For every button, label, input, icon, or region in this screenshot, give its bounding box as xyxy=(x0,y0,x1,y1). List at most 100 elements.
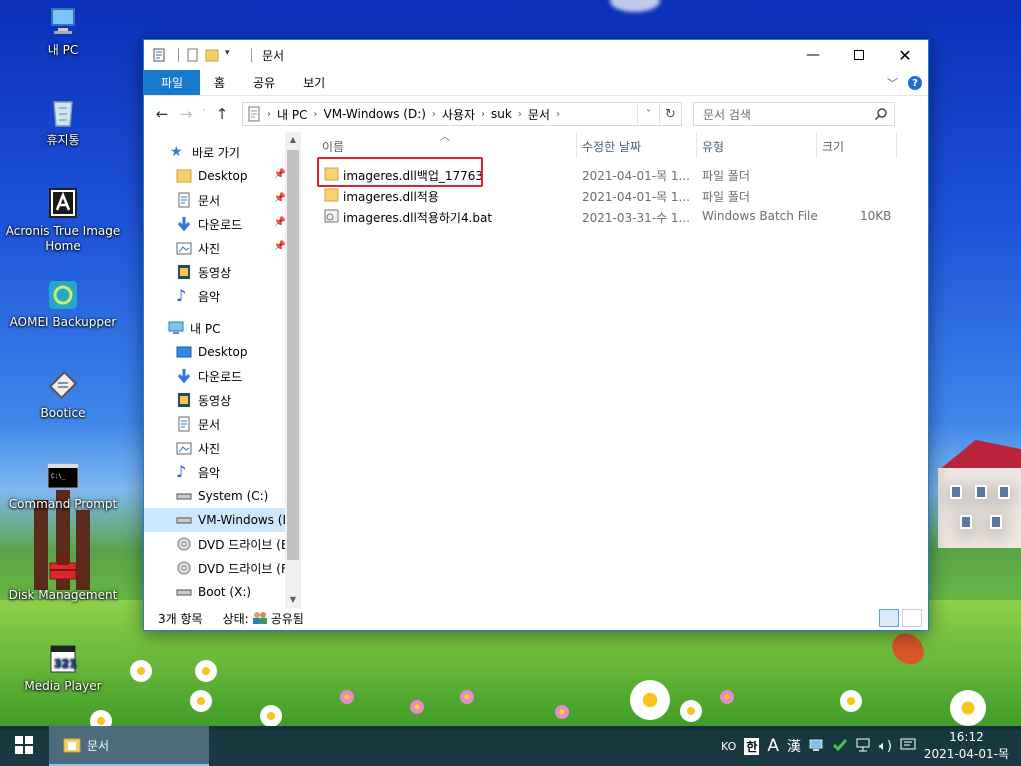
nav-quick-music[interactable]: ♪ 음악 xyxy=(144,284,300,308)
scroll-up-arrow-icon[interactable]: ▲ xyxy=(285,132,301,148)
customize-quick-access-icon[interactable]: ▾ xyxy=(225,48,239,62)
action-center-icon[interactable] xyxy=(900,738,916,755)
security-check-icon[interactable] xyxy=(832,738,848,755)
nav-dvd-e[interactable]: DVD 드라이브 (E:) xyxy=(144,532,300,556)
explorer-window[interactable]: ▾ 문서 — ✕ 파일 홈 공유 보기 ﹀ ? ← → ˅ ↑ › 내 PC ›… xyxy=(143,39,929,631)
file-row[interactable]: imageres.dll적용하기4.bat 2021-03-31-수 1... … xyxy=(316,206,928,227)
expand-ribbon-icon[interactable]: ﹀ xyxy=(887,75,898,91)
desktop-icon-label: Media Player xyxy=(24,679,102,693)
nav-pc-pictures[interactable]: 사진 xyxy=(144,436,300,460)
desktop-icon-aomei[interactable]: AOMEI Backupper xyxy=(5,278,121,330)
forward-button[interactable]: → xyxy=(174,105,198,123)
column-name[interactable]: 이름 xyxy=(322,138,344,155)
desktop-icon-bootice[interactable]: Bootice xyxy=(5,369,121,421)
tab-home[interactable]: 홈 xyxy=(200,70,239,95)
nav-label: 음악 xyxy=(198,289,221,304)
desktop-folder-icon xyxy=(176,168,192,184)
desktop-icon-media-player[interactable]: 321 Media Player xyxy=(5,642,121,694)
tab-view[interactable]: 보기 xyxy=(289,70,339,95)
download-icon xyxy=(176,216,192,232)
nav-quick-desktop[interactable]: Desktop 📌 xyxy=(144,164,300,188)
nav-quick-videos[interactable]: 동영상 xyxy=(144,260,300,284)
desktop-icon-acronis[interactable]: Acronis True Image Home xyxy=(5,187,121,254)
chevron-right-icon[interactable]: › xyxy=(432,109,436,120)
file-row[interactable]: imageres.dll적용 2021-04-01-목 1... 파일 폴더 xyxy=(316,185,928,206)
documents-icon xyxy=(176,192,192,208)
desktop-icon-disk-management[interactable]: Disk Management xyxy=(5,551,121,603)
terminal-icon: C:\_ xyxy=(46,460,80,494)
chevron-right-icon[interactable]: › xyxy=(313,109,317,120)
breadcrumb-documents[interactable]: 문서 xyxy=(528,106,550,123)
breadcrumb-user[interactable]: suk xyxy=(491,107,512,121)
nav-pc-videos[interactable]: 동영상 xyxy=(144,388,300,412)
desktop-icon-this-pc[interactable]: 내 PC xyxy=(5,6,121,58)
breadcrumb-drive[interactable]: VM-Windows (D:) xyxy=(323,107,425,121)
large-icons-view-button[interactable] xyxy=(902,609,922,627)
up-button[interactable]: ↑ xyxy=(210,105,234,123)
volume-icon[interactable]: 🔈︎) xyxy=(879,739,892,754)
nav-drive-x[interactable]: Boot (X:) xyxy=(144,580,300,604)
nav-quick-pictures[interactable]: 사진 📌 xyxy=(144,236,300,260)
explorer-folder-icon xyxy=(63,737,81,753)
ime-hangul-indicator[interactable]: 한 xyxy=(744,737,760,755)
new-document-icon[interactable] xyxy=(185,48,199,62)
nav-dvd-f[interactable]: DVD 드라이브 (F:) xyxy=(144,556,300,580)
nav-pc-music[interactable]: ♪ 음악 xyxy=(144,460,300,484)
clock[interactable]: 16:12 2021-04-01-목 xyxy=(924,729,1009,763)
breadcrumb-this-pc[interactable]: 내 PC xyxy=(277,106,307,123)
maximize-button[interactable] xyxy=(836,40,882,70)
start-button[interactable] xyxy=(0,726,48,766)
minimize-button[interactable]: — xyxy=(790,40,836,70)
desktop-icon-recycle-bin[interactable]: 휴지통 xyxy=(5,96,121,148)
hard-drive-icon xyxy=(176,512,192,528)
search-box[interactable]: 문서 검색 xyxy=(693,102,895,126)
properties-icon[interactable] xyxy=(152,48,166,62)
recent-locations-button[interactable]: ˅ xyxy=(198,109,210,119)
refresh-button[interactable]: ↻ xyxy=(659,103,681,125)
column-date[interactable]: 수정한 날짜 xyxy=(582,138,641,155)
desktop-icon-command-prompt[interactable]: C:\_ Command Prompt xyxy=(5,460,121,512)
address-dropdown-button[interactable]: ˅ xyxy=(637,103,659,125)
svg-text:C:\_: C:\_ xyxy=(51,473,66,480)
nav-quick-documents[interactable]: 문서 📌 xyxy=(144,188,300,212)
hard-drive-icon xyxy=(176,584,192,600)
chevron-right-icon[interactable]: › xyxy=(267,109,271,120)
tab-file[interactable]: 파일 xyxy=(144,70,200,95)
ime-hanja-indicator[interactable]: 漢 xyxy=(787,736,801,756)
nav-drive-d[interactable]: VM-Windows (D:) xyxy=(144,508,300,532)
nav-pc-desktop[interactable]: Desktop xyxy=(144,340,300,364)
column-size[interactable]: 크기 xyxy=(822,138,844,155)
nav-scrollbar[interactable]: ▲ ▼ xyxy=(285,132,301,608)
breadcrumb-users[interactable]: 사용자 xyxy=(442,106,475,123)
chevron-right-icon[interactable]: › xyxy=(481,109,485,120)
new-folder-icon[interactable] xyxy=(205,48,219,62)
details-view-button[interactable] xyxy=(879,609,899,627)
taskbar-app-explorer[interactable]: 문서 xyxy=(49,726,209,766)
address-bar[interactable]: › 내 PC › VM-Windows (D:) › 사용자 › suk › 문… xyxy=(242,102,682,126)
help-icon[interactable]: ? xyxy=(908,76,922,90)
tab-share[interactable]: 공유 xyxy=(239,70,289,95)
nav-quick-access[interactable]: ★ 바로 가기 xyxy=(144,140,300,164)
column-type[interactable]: 유형 xyxy=(702,138,724,155)
nav-this-pc[interactable]: 내 PC xyxy=(144,316,300,340)
documents-icon xyxy=(176,416,192,432)
chevron-right-icon[interactable]: › xyxy=(556,109,560,120)
scroll-thumb[interactable] xyxy=(287,150,299,560)
network-icon[interactable] xyxy=(855,738,871,755)
network-share-icon[interactable] xyxy=(809,738,825,755)
nav-label: 사진 xyxy=(198,441,221,456)
language-indicator[interactable]: KO xyxy=(721,740,736,753)
ime-alpha-indicator[interactable]: A xyxy=(767,736,779,756)
nav-quick-downloads[interactable]: 다운로드 📌 xyxy=(144,212,300,236)
back-button[interactable]: ← xyxy=(150,105,174,123)
nav-pc-documents[interactable]: 문서 xyxy=(144,412,300,436)
close-button[interactable]: ✕ xyxy=(882,40,928,70)
search-input[interactable]: 문서 검색 xyxy=(703,106,751,123)
nav-label: 사진 xyxy=(198,241,221,256)
file-date: 2021-04-01-목 1... xyxy=(582,190,691,204)
chevron-right-icon[interactable]: › xyxy=(518,109,522,120)
nav-pc-downloads[interactable]: 다운로드 xyxy=(144,364,300,388)
acronis-logo-icon xyxy=(46,187,80,221)
title-bar[interactable]: ▾ 문서 — ✕ xyxy=(144,40,928,70)
nav-drive-c[interactable]: System (C:) xyxy=(144,484,300,508)
